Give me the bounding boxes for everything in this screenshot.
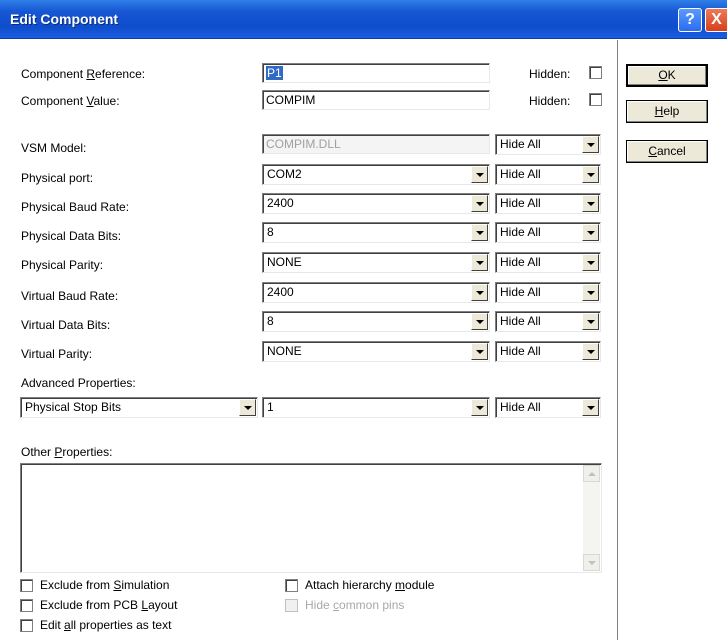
virtual-data-bits-visibility-select[interactable]: Hide All xyxy=(495,311,601,332)
advanced-properties-label: Advanced Properties: xyxy=(21,376,136,390)
physical-parity-select[interactable]: NONE xyxy=(262,252,490,273)
vsm-model-visibility-value: Hide All xyxy=(500,137,541,151)
physical-port-visibility-select[interactable]: Hide All xyxy=(495,164,601,185)
chevron-down-icon[interactable] xyxy=(582,343,599,360)
chevron-down-icon[interactable] xyxy=(471,166,488,183)
advanced-visibility-select[interactable]: Hide All xyxy=(495,397,601,418)
physical-parity-visibility-value: Hide All xyxy=(500,255,541,269)
exclude-pcb-layout-checkbox[interactable] xyxy=(20,599,33,612)
component-reference-label: Component Reference: xyxy=(21,67,146,81)
component-value-text: COMPIM xyxy=(266,93,316,107)
value-hidden-label: Hidden: xyxy=(529,94,571,108)
virtual-parity-visibility-value: Hide All xyxy=(500,344,541,358)
virtual-data-bits-label: Virtual Data Bits: xyxy=(21,318,111,332)
virtual-baud-rate-visibility-value: Hide All xyxy=(500,285,541,299)
attach-hierarchy-label: Attach hierarchy module xyxy=(305,578,435,592)
chevron-down-icon[interactable] xyxy=(582,399,599,416)
chevron-down-icon[interactable] xyxy=(239,399,256,416)
virtual-baud-rate-select[interactable]: 2400 xyxy=(262,282,490,303)
physical-port-label: Physical port: xyxy=(21,171,94,185)
chevron-down-icon[interactable] xyxy=(471,343,488,360)
other-properties-label: Other Properties: xyxy=(21,445,113,459)
virtual-data-bits-visibility-value: Hide All xyxy=(500,314,541,328)
hide-common-pins-checkbox xyxy=(285,599,298,612)
chevron-down-icon[interactable] xyxy=(582,284,599,301)
exclude-simulation-checkbox[interactable] xyxy=(20,579,33,592)
physical-data-bits-visibility-select[interactable]: Hide All xyxy=(495,222,601,243)
title-bar[interactable]: Edit Component ? X xyxy=(0,0,727,39)
attach-hierarchy-checkbox[interactable] xyxy=(285,579,298,592)
chevron-down-icon[interactable] xyxy=(582,166,599,183)
chevron-down-icon[interactable] xyxy=(471,195,488,212)
component-reference-value: P1 xyxy=(266,66,283,80)
help-button[interactable]: Help xyxy=(626,100,708,123)
window-title: Edit Component xyxy=(10,11,119,27)
chevron-down-icon[interactable] xyxy=(582,224,599,241)
virtual-parity-select[interactable]: NONE xyxy=(262,341,490,362)
chevron-down-icon[interactable] xyxy=(582,195,599,212)
chevron-down-icon[interactable] xyxy=(582,136,599,153)
physical-parity-visibility-select[interactable]: Hide All xyxy=(495,252,601,273)
chevron-down-icon[interactable] xyxy=(582,254,599,271)
component-value-input[interactable]: COMPIM xyxy=(262,90,490,110)
scroll-down-icon[interactable] xyxy=(583,554,600,571)
virtual-parity-label: Virtual Parity: xyxy=(21,347,93,361)
virtual-baud-rate-value: 2400 xyxy=(267,285,294,299)
chevron-down-icon[interactable] xyxy=(582,313,599,330)
physical-port-value: COM2 xyxy=(267,167,302,181)
advanced-value-select[interactable]: 1 xyxy=(262,397,490,418)
value-hidden-checkbox[interactable] xyxy=(589,93,602,106)
chevron-down-icon[interactable] xyxy=(471,254,488,271)
edit-all-as-text-checkbox[interactable] xyxy=(20,619,33,632)
physical-data-bits-label: Physical Data Bits: xyxy=(21,229,122,243)
virtual-parity-value: NONE xyxy=(267,344,302,358)
component-value-label: Component Value: xyxy=(21,94,120,108)
virtual-data-bits-value: 8 xyxy=(267,314,274,328)
edit-all-as-text-label: Edit all properties as text xyxy=(40,618,172,632)
vsm-model-label: VSM Model: xyxy=(21,141,87,155)
physical-baud-rate-visibility-value: Hide All xyxy=(500,196,541,210)
help-icon[interactable]: ? xyxy=(678,8,702,32)
virtual-baud-rate-label: Virtual Baud Rate: xyxy=(21,289,119,303)
advanced-visibility-value: Hide All xyxy=(500,400,541,414)
physical-baud-rate-value: 2400 xyxy=(267,196,294,210)
reference-hidden-label: Hidden: xyxy=(529,67,571,81)
physical-data-bits-value: 8 xyxy=(267,225,274,239)
advanced-property-select[interactable]: Physical Stop Bits xyxy=(20,397,258,418)
vsm-model-visibility-select[interactable]: Hide All xyxy=(495,134,601,155)
virtual-data-bits-select[interactable]: 8 xyxy=(262,311,490,332)
ok-button[interactable]: OK xyxy=(626,64,708,87)
chevron-down-icon[interactable] xyxy=(471,224,488,241)
reference-hidden-checkbox[interactable] xyxy=(589,66,602,79)
component-reference-input[interactable]: P1 xyxy=(262,63,490,83)
physical-baud-rate-visibility-select[interactable]: Hide All xyxy=(495,193,601,214)
exclude-simulation-label: Exclude from Simulation xyxy=(40,578,170,592)
virtual-baud-rate-visibility-select[interactable]: Hide All xyxy=(495,282,601,303)
exclude-pcb-layout-label: Exclude from PCB Layout xyxy=(40,598,178,612)
cancel-button[interactable]: Cancel xyxy=(626,140,708,163)
physical-baud-rate-label: Physical Baud Rate: xyxy=(21,200,130,214)
close-icon[interactable]: X xyxy=(705,8,727,32)
physical-port-visibility-value: Hide All xyxy=(500,167,541,181)
vertical-separator xyxy=(617,40,619,640)
vsm-model-value: COMPIM.DLL xyxy=(266,137,341,151)
chevron-down-icon[interactable] xyxy=(471,284,488,301)
scroll-up-icon[interactable] xyxy=(583,465,600,482)
other-properties-textarea[interactable] xyxy=(20,463,602,573)
physical-data-bits-select[interactable]: 8 xyxy=(262,222,490,243)
physical-data-bits-visibility-value: Hide All xyxy=(500,225,541,239)
physical-parity-value: NONE xyxy=(267,255,302,269)
physical-parity-label: Physical Parity: xyxy=(21,258,104,272)
advanced-property-name: Physical Stop Bits xyxy=(25,400,122,414)
chevron-down-icon[interactable] xyxy=(471,399,488,416)
vsm-model-input: COMPIM.DLL xyxy=(262,134,490,154)
physical-port-select[interactable]: COM2 xyxy=(262,164,490,185)
hide-common-pins-label: Hide common pins xyxy=(305,598,405,612)
virtual-parity-visibility-select[interactable]: Hide All xyxy=(495,341,601,362)
chevron-down-icon[interactable] xyxy=(471,313,488,330)
advanced-value: 1 xyxy=(267,400,274,414)
physical-baud-rate-select[interactable]: 2400 xyxy=(262,193,490,214)
other-properties-scrollbar[interactable] xyxy=(583,465,600,571)
